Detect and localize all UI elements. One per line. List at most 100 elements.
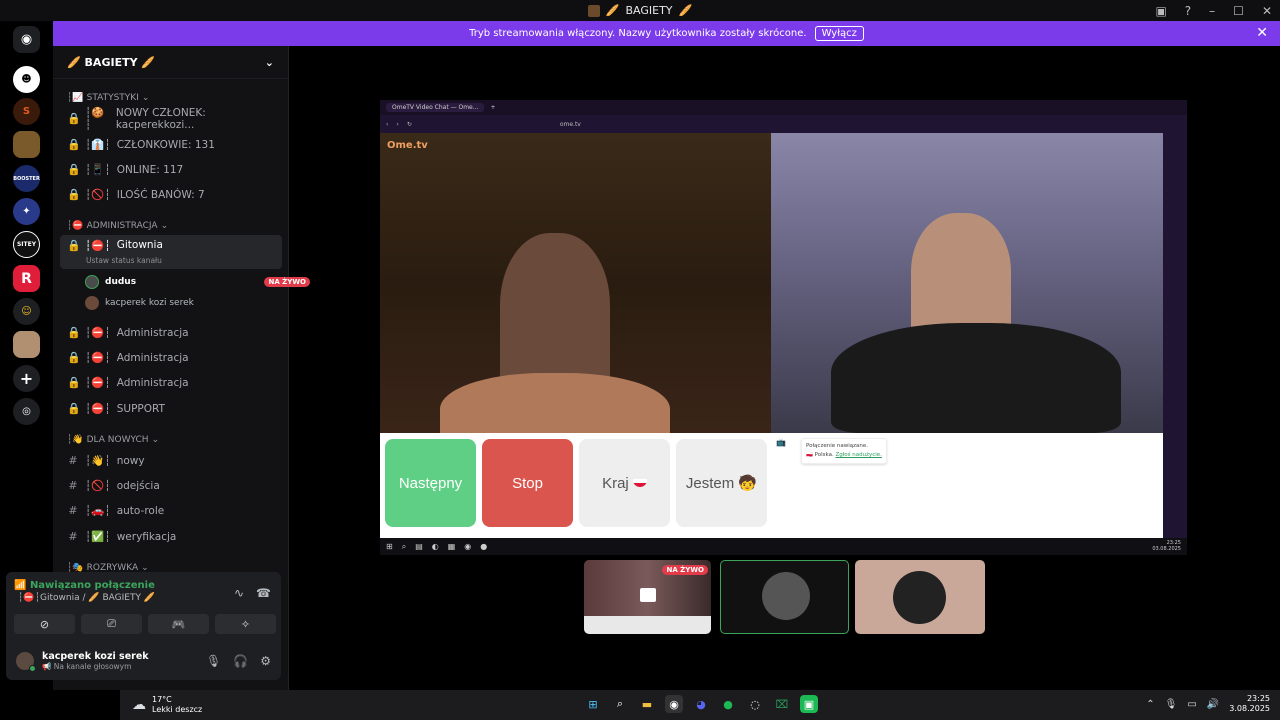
user-name: kacperek kozi serek	[42, 651, 149, 662]
channel-auto-role[interactable]: # ┆🚗┆ auto-role	[60, 498, 282, 523]
category-new[interactable]: ┆👋 DLA NOWYCH ⌄	[67, 435, 159, 445]
channel-stat-online[interactable]: 🔒 ┆📱┆ ONLINE: 117	[60, 157, 282, 182]
discord-home-icon[interactable]: ◉	[13, 26, 40, 53]
add-server-icon[interactable]: +	[13, 365, 40, 392]
back-icon[interactable]: ‹	[386, 121, 388, 128]
system-clock[interactable]: 23:25 3.08.2025	[1229, 694, 1270, 714]
browser-tab[interactable]: OmeTV Video Chat — Ome...	[386, 103, 485, 112]
app-icon: ●	[480, 542, 488, 551]
camera-off-icon: ⊘	[39, 617, 50, 631]
minimize-button[interactable]: –	[1209, 4, 1215, 18]
ometv-chat-logo-icon: 📺	[776, 438, 786, 447]
channel-admin-1[interactable]: 🔒 ┆⛔┆ Administracja	[60, 320, 282, 345]
settings-gear-icon[interactable]: ⚙	[260, 654, 271, 668]
start-icon[interactable]: ⊞	[584, 695, 602, 713]
ometv-controls: Następny Stop Kraj Jestem 🧒 📺 Połączenie…	[380, 433, 1163, 538]
search-icon[interactable]: ⌕	[611, 695, 629, 713]
app-icon[interactable]: ◌	[746, 695, 764, 713]
user-avatar[interactable]	[16, 652, 36, 672]
participant-tile-kacperek[interactable]	[855, 560, 985, 634]
chat-input[interactable]	[775, 521, 1150, 533]
disable-streamer-mode-button[interactable]: Wyłącz	[814, 26, 864, 41]
channel-stat-bans[interactable]: 🔒 ┆🚫┆ ILOŚĆ BANÓW: 7	[60, 182, 282, 207]
discover-icon[interactable]: ◎	[13, 398, 40, 425]
country-button[interactable]: Kraj	[579, 439, 670, 527]
channel-nowy[interactable]: # ┆👋┆ nowy	[60, 448, 282, 473]
stop-button[interactable]: Stop	[482, 439, 573, 527]
category-stats[interactable]: ┆📈 STATYSTYKI ⌄	[67, 93, 149, 103]
chevron-up-icon[interactable]: ⌃	[1146, 699, 1154, 710]
participant-tile-dudus[interactable]	[720, 560, 849, 634]
server-icon-star[interactable]: ✦	[13, 198, 40, 225]
camera-button[interactable]: ⊘	[14, 614, 75, 634]
channel-admin-3[interactable]: 🔒 ┆⛔┆ Administracja	[60, 370, 282, 395]
server-icon-sitey[interactable]: SITEY	[13, 231, 40, 258]
app-icon[interactable]: ▣	[800, 695, 818, 713]
signal-icon: 📶	[14, 580, 27, 591]
help-icon[interactable]: ?	[1185, 4, 1191, 18]
maximize-button[interactable]: ☐	[1233, 4, 1244, 18]
next-button[interactable]: Następny	[385, 439, 476, 527]
cloud-icon: ☁	[132, 697, 146, 713]
discord-icon[interactable]: ◕	[692, 695, 710, 713]
server-header[interactable]: 🥖 BAGIETY 🥖 ⌄	[53, 46, 288, 79]
stream-thumbnail[interactable]: NA ŻYWO	[584, 560, 711, 634]
channel-stat-new-member[interactable]: 🔒 ┆🍪┆ NOWY CZŁONEK: kacperekkozi...	[60, 106, 282, 132]
title-text: BAGIETY	[625, 4, 673, 17]
new-tab-icon[interactable]: +	[490, 104, 495, 111]
voice-user-kacperek[interactable]: kacperek kozi serek	[85, 296, 194, 310]
forward-icon[interactable]: ›	[396, 121, 398, 128]
chrome-icon[interactable]: ◉	[665, 695, 683, 713]
flag-poland-icon	[632, 479, 647, 487]
soundboard-button[interactable]: ✧	[215, 614, 276, 634]
voice-user-dudus[interactable]: dudus NA ŻYWO	[85, 275, 310, 289]
network-icon[interactable]: ▭	[1187, 699, 1196, 710]
url-text[interactable]: ome.tv	[560, 121, 581, 128]
channel-stat-members[interactable]: 🔒 ┆👔┆ CZŁONKOWIE: 131	[60, 132, 282, 157]
server-icon-ghost[interactable]: ☻	[13, 66, 40, 93]
avatar	[893, 571, 946, 624]
category-admin[interactable]: ┆⛔ ADMINISTRACJA ⌄	[67, 221, 168, 231]
weather-widget[interactable]: ☁ 17°C Lekki deszcz	[132, 695, 202, 715]
server-icon-bagiety[interactable]	[13, 131, 40, 158]
channel-admin-2[interactable]: 🔒 ┆⛔┆ Administracja	[60, 345, 282, 370]
server-name: 🥖 BAGIETY 🥖	[67, 55, 156, 69]
server-icon-s[interactable]: S	[13, 98, 40, 125]
noise-suppression-icon[interactable]: ∿	[234, 586, 244, 600]
screen-share-button[interactable]: ⎚	[81, 614, 142, 634]
activities-button[interactable]: 🎮	[148, 614, 209, 634]
set-channel-status[interactable]: Ustaw status kanału	[86, 256, 162, 265]
volume-icon[interactable]: 🔊	[1207, 699, 1219, 710]
server-icon-booster[interactable]: BOOSTER	[13, 165, 40, 192]
reload-icon[interactable]: ↻	[407, 121, 412, 128]
screen-share-stream[interactable]: OmeTV Video Chat — Ome... + ‹ › ↻ ome.tv…	[380, 100, 1187, 555]
voice-status[interactable]: 📶 Nawiązano połączenie	[14, 580, 155, 591]
channel-support[interactable]: 🔒 ┆⛔┆ SUPPORT	[60, 396, 282, 421]
close-window-button[interactable]: ✕	[1262, 4, 1272, 18]
voice-channel-name[interactable]: ┆⛔┆Gitownia / 🥖 BAGIETY 🥖	[18, 593, 155, 603]
app-icon[interactable]: ⌧	[773, 695, 791, 713]
lock-icon: 🔒	[67, 376, 81, 389]
lock-icon: 🔒	[67, 351, 81, 364]
file-explorer-icon[interactable]: ▬	[638, 695, 656, 713]
channel-odejscia[interactable]: # ┆🚫┆ odejścia	[60, 473, 282, 498]
banner-text: Tryb streamowania włączony. Nazwy użytko…	[469, 28, 807, 39]
spotify-icon[interactable]: ●	[719, 695, 737, 713]
server-icon-small	[587, 4, 600, 17]
server-icon-r[interactable]: R	[13, 265, 40, 292]
disconnect-icon[interactable]: ☎	[256, 586, 271, 600]
inbox-icon[interactable]: ▣	[1155, 4, 1166, 18]
app-icon: ▤	[415, 542, 423, 551]
report-abuse-link[interactable]: Zgłoś nadużycie.	[835, 452, 881, 458]
microphone-icon[interactable]: 🎙	[1165, 699, 1178, 710]
server-icon-photo[interactable]	[13, 331, 40, 358]
channel-gitownia[interactable]: 🔒 ┆⛔┆ Gitownia Ustaw status kanału	[60, 235, 282, 269]
server-icon-yellow[interactable]: ☺	[13, 298, 40, 325]
microphone-icon[interactable]: 🎙	[206, 654, 221, 668]
windows-icon: ⊞	[386, 542, 393, 551]
gender-button[interactable]: Jestem 🧒	[676, 439, 767, 527]
headphones-icon[interactable]: 🎧	[233, 654, 248, 668]
channel-weryfikacja[interactable]: # ┆✅┆ weryfikacja	[60, 524, 282, 549]
browser-tab-bar: OmeTV Video Chat — Ome... +	[380, 100, 1187, 115]
banner-close-icon[interactable]: ✕	[1256, 25, 1268, 41]
